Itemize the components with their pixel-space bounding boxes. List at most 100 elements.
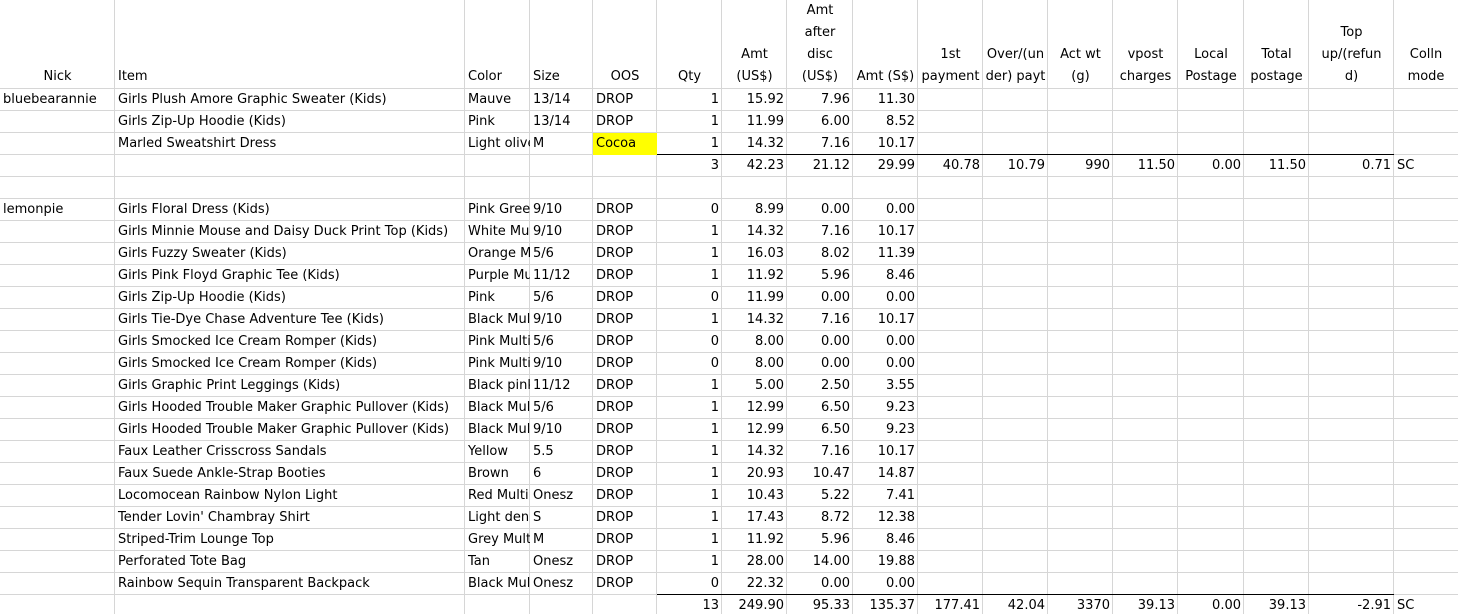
- cell-sgd[interactable]: 10.17: [853, 309, 918, 331]
- header-act-wt[interactable]: Act wt (g): [1048, 0, 1113, 88]
- cell-nick[interactable]: [0, 287, 115, 309]
- total-cell-disc[interactable]: 21.12: [787, 155, 853, 177]
- cell-oos[interactable]: DROP: [593, 529, 657, 551]
- header-color[interactable]: Color: [465, 0, 530, 88]
- header-first-payment[interactable]: 1st payment: [918, 0, 983, 88]
- cell-color[interactable]: Black Multi: [465, 397, 530, 419]
- total-cell-colln-mode[interactable]: SC: [1394, 595, 1458, 614]
- cell-amt[interactable]: 15.92: [722, 89, 787, 111]
- cell-sgd[interactable]: 0.00: [853, 287, 918, 309]
- cell-amt[interactable]: 14.32: [722, 309, 787, 331]
- cell-qty[interactable]: 1: [657, 441, 722, 463]
- cell-oos[interactable]: DROP: [593, 287, 657, 309]
- cell-qty[interactable]: 1: [657, 375, 722, 397]
- total-cell-act-wt[interactable]: 990: [1048, 155, 1113, 177]
- cell-nick[interactable]: [0, 507, 115, 529]
- cell-amt[interactable]: 14.32: [722, 133, 787, 155]
- cell-sgd[interactable]: 0.00: [853, 573, 918, 595]
- total-cell-over-under[interactable]: 10.79: [983, 155, 1048, 177]
- cell-amt[interactable]: 16.03: [722, 243, 787, 265]
- cell-sgd[interactable]: 9.23: [853, 397, 918, 419]
- cell-amt[interactable]: 17.43: [722, 507, 787, 529]
- cell-nick[interactable]: [0, 353, 115, 375]
- cell-disc[interactable]: 0.00: [787, 199, 853, 221]
- cell-oos[interactable]: DROP: [593, 485, 657, 507]
- cell-disc[interactable]: 5.96: [787, 529, 853, 551]
- total-cell-amt[interactable]: 42.23: [722, 155, 787, 177]
- cell-sgd[interactable]: 8.46: [853, 529, 918, 551]
- cell-oos[interactable]: DROP: [593, 375, 657, 397]
- cell-disc[interactable]: 10.47: [787, 463, 853, 485]
- cell-qty[interactable]: 0: [657, 287, 722, 309]
- header-qty[interactable]: Qty: [657, 0, 722, 88]
- cell-size[interactable]: 5/6: [530, 331, 593, 353]
- cell-oos[interactable]: DROP: [593, 243, 657, 265]
- cell-qty[interactable]: 0: [657, 331, 722, 353]
- cell-color[interactable]: Black Multi: [465, 573, 530, 595]
- cell-disc[interactable]: 8.72: [787, 507, 853, 529]
- header-item[interactable]: Item: [115, 0, 465, 88]
- cell-size[interactable]: 6: [530, 463, 593, 485]
- cell-color[interactable]: Pink Multi: [465, 331, 530, 353]
- cell-amt[interactable]: 11.99: [722, 287, 787, 309]
- total-cell-first-payment[interactable]: 177.41: [918, 595, 983, 614]
- cell-color[interactable]: Grey Multi: [465, 529, 530, 551]
- cell-sgd[interactable]: 0.00: [853, 331, 918, 353]
- cell-qty[interactable]: 1: [657, 309, 722, 331]
- header-amt-after-disc[interactable]: Amt after disc (US$): [787, 0, 853, 88]
- cell-oos[interactable]: DROP: [593, 309, 657, 331]
- total-cell-vpost[interactable]: 39.13: [1113, 595, 1178, 614]
- cell-oos[interactable]: DROP: [593, 221, 657, 243]
- cell-sgd[interactable]: 14.87: [853, 463, 918, 485]
- cell-amt[interactable]: 11.92: [722, 529, 787, 551]
- cell-size[interactable]: S: [530, 507, 593, 529]
- cell-item[interactable]: Girls Zip-Up Hoodie (Kids): [115, 111, 465, 133]
- total-cell-act-wt[interactable]: 3370: [1048, 595, 1113, 614]
- cell-qty[interactable]: 1: [657, 89, 722, 111]
- cell-color[interactable]: Light olive: [465, 133, 530, 155]
- cell-oos[interactable]: DROP: [593, 353, 657, 375]
- cell-item[interactable]: Girls Smocked Ice Cream Romper (Kids): [115, 353, 465, 375]
- header-total-postage[interactable]: Total postage: [1244, 0, 1309, 88]
- total-cell-top-up[interactable]: 0.71: [1309, 155, 1394, 177]
- cell-amt[interactable]: 8.99: [722, 199, 787, 221]
- header-nick[interactable]: Nick: [0, 0, 115, 88]
- cell-item[interactable]: Perforated Tote Bag: [115, 551, 465, 573]
- cell-oos[interactable]: DROP: [593, 507, 657, 529]
- cell-disc[interactable]: 5.22: [787, 485, 853, 507]
- cell-qty[interactable]: 1: [657, 243, 722, 265]
- cell-nick[interactable]: [0, 463, 115, 485]
- cell-sgd[interactable]: 11.39: [853, 243, 918, 265]
- cell-nick[interactable]: [0, 551, 115, 573]
- header-vpost[interactable]: vpost charges: [1113, 0, 1178, 88]
- cell-qty[interactable]: 0: [657, 199, 722, 221]
- cell-size[interactable]: 13/14: [530, 111, 593, 133]
- cell-item[interactable]: Faux Leather Crisscross Sandals: [115, 441, 465, 463]
- cell-size[interactable]: Onesz: [530, 573, 593, 595]
- cell-oos[interactable]: DROP: [593, 573, 657, 595]
- cell-color[interactable]: Black pink: [465, 375, 530, 397]
- cell-color[interactable]: Light denim: [465, 507, 530, 529]
- cell-size[interactable]: M: [530, 133, 593, 155]
- cell-item[interactable]: Girls Smocked Ice Cream Romper (Kids): [115, 331, 465, 353]
- cell-sgd[interactable]: 11.30: [853, 89, 918, 111]
- cell-qty[interactable]: 0: [657, 573, 722, 595]
- cell-amt[interactable]: 22.32: [722, 573, 787, 595]
- cell-color[interactable]: Pink Green: [465, 199, 530, 221]
- cell-disc[interactable]: 14.00: [787, 551, 853, 573]
- header-colln-mode[interactable]: Colln mode: [1394, 0, 1458, 88]
- cell-nick[interactable]: [0, 309, 115, 331]
- cell-size[interactable]: 13/14: [530, 89, 593, 111]
- cell-nick[interactable]: [0, 375, 115, 397]
- total-cell-top-up[interactable]: -2.91: [1309, 595, 1394, 614]
- header-top-up[interactable]: Top up/(refun d): [1309, 0, 1394, 88]
- cell-nick[interactable]: [0, 573, 115, 595]
- cell-size[interactable]: 9/10: [530, 353, 593, 375]
- cell-size[interactable]: 11/12: [530, 375, 593, 397]
- cell-qty[interactable]: 1: [657, 265, 722, 287]
- total-cell-vpost[interactable]: 11.50: [1113, 155, 1178, 177]
- cell-disc[interactable]: 7.16: [787, 133, 853, 155]
- cell-nick[interactable]: lemonpie: [0, 199, 115, 221]
- cell-sgd[interactable]: 3.55: [853, 375, 918, 397]
- cell-item[interactable]: Faux Suede Ankle-Strap Booties: [115, 463, 465, 485]
